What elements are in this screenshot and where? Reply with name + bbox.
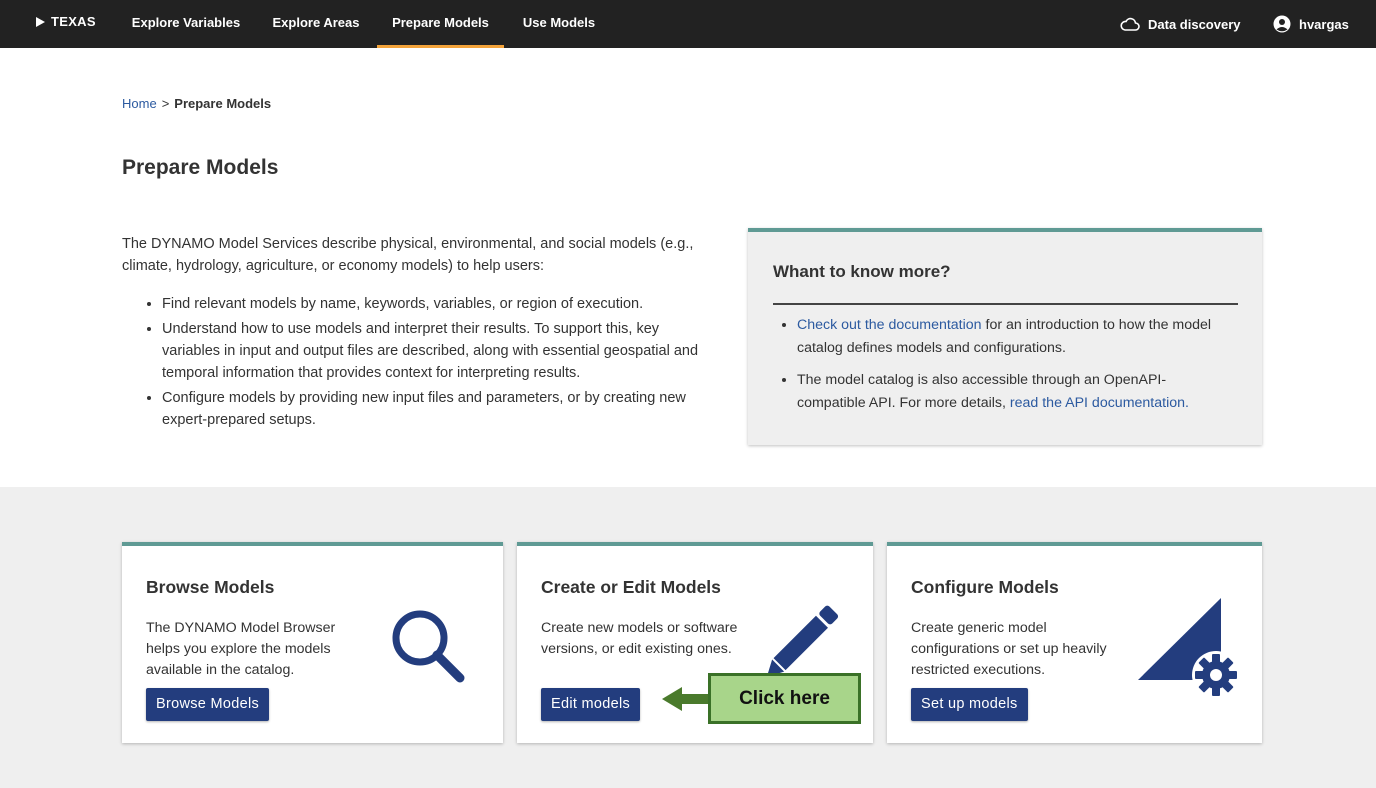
card-title: Configure Models bbox=[911, 577, 1059, 597]
card-configure-models: Configure Models Create generic model co… bbox=[887, 542, 1262, 743]
breadcrumb: Home > Prepare Models bbox=[122, 96, 271, 111]
card-title: Browse Models bbox=[146, 577, 275, 597]
cloud-icon bbox=[1120, 17, 1140, 31]
tab-explore-variables[interactable]: Explore Variables bbox=[118, 0, 254, 48]
intro-list: Find relevant models by name, keywords, … bbox=[122, 293, 717, 431]
info-item-documentation: Check out the documentation for an intro… bbox=[797, 314, 1233, 359]
browse-models-button[interactable]: Browse Models bbox=[146, 688, 270, 721]
breadcrumb-separator: > bbox=[161, 96, 170, 111]
top-nav: TEXAS Explore Variables Explore Areas Pr… bbox=[0, 0, 1376, 48]
card-description: Create generic model configurations or s… bbox=[911, 620, 1107, 678]
breadcrumb-current: Prepare Models bbox=[174, 96, 272, 111]
card-browse-models: Browse Models The DYNAMO Model Browser h… bbox=[122, 542, 503, 743]
pencil-icon bbox=[766, 605, 839, 677]
intro-text: The DYNAMO Model Services describe physi… bbox=[122, 236, 694, 274]
breadcrumb-home[interactable]: Home bbox=[122, 96, 157, 111]
info-box: Whant to know more? Check out the docume… bbox=[748, 228, 1262, 445]
info-item-api: The model catalog is also accessible thr… bbox=[797, 369, 1233, 414]
user-menu[interactable]: hvargas bbox=[1273, 0, 1349, 48]
username: hvargas bbox=[1299, 16, 1349, 32]
triangle-gear-icon bbox=[1138, 598, 1240, 698]
intro-bullet: Find relevant models by name, keywords, … bbox=[162, 293, 717, 315]
callout-arrow-icon bbox=[662, 687, 710, 711]
set-up-models-button[interactable]: Set up models bbox=[911, 688, 1028, 721]
intro-bullet: Understand how to use models and interpr… bbox=[162, 318, 717, 384]
card-description: The DYNAMO Model Browser helps you explo… bbox=[146, 620, 336, 678]
info-box-list: Check out the documentation for an intro… bbox=[773, 314, 1233, 424]
intro-bullet: Configure models by providing new input … bbox=[162, 387, 717, 431]
documentation-link[interactable]: Check out the documentation bbox=[797, 317, 982, 333]
tab-explore-areas[interactable]: Explore Areas bbox=[258, 0, 374, 48]
magnifier-icon bbox=[392, 610, 465, 683]
play-icon bbox=[36, 16, 45, 27]
tab-prepare-models[interactable]: Prepare Models bbox=[377, 0, 504, 48]
data-discovery-label: Data discovery bbox=[1148, 16, 1241, 32]
brand-link[interactable]: TEXAS bbox=[36, 14, 96, 29]
page-title: Prepare Models bbox=[122, 156, 279, 179]
intro-section: The DYNAMO Model Services describe physi… bbox=[122, 233, 717, 434]
edit-models-button[interactable]: Edit models bbox=[541, 688, 641, 721]
card-title: Create or Edit Models bbox=[541, 577, 721, 597]
divider bbox=[773, 303, 1238, 305]
tab-use-models[interactable]: Use Models bbox=[508, 0, 610, 48]
data-discovery-link[interactable]: Data discovery bbox=[1120, 0, 1241, 48]
click-here-callout: Click here bbox=[708, 673, 861, 724]
card-description: Create new models or software versions, … bbox=[541, 620, 738, 657]
brand-label: TEXAS bbox=[51, 14, 96, 29]
user-account-icon bbox=[1273, 15, 1291, 33]
info-box-title: Whant to know more? bbox=[773, 262, 951, 281]
api-documentation-link[interactable]: read the API documentation. bbox=[1010, 395, 1189, 411]
